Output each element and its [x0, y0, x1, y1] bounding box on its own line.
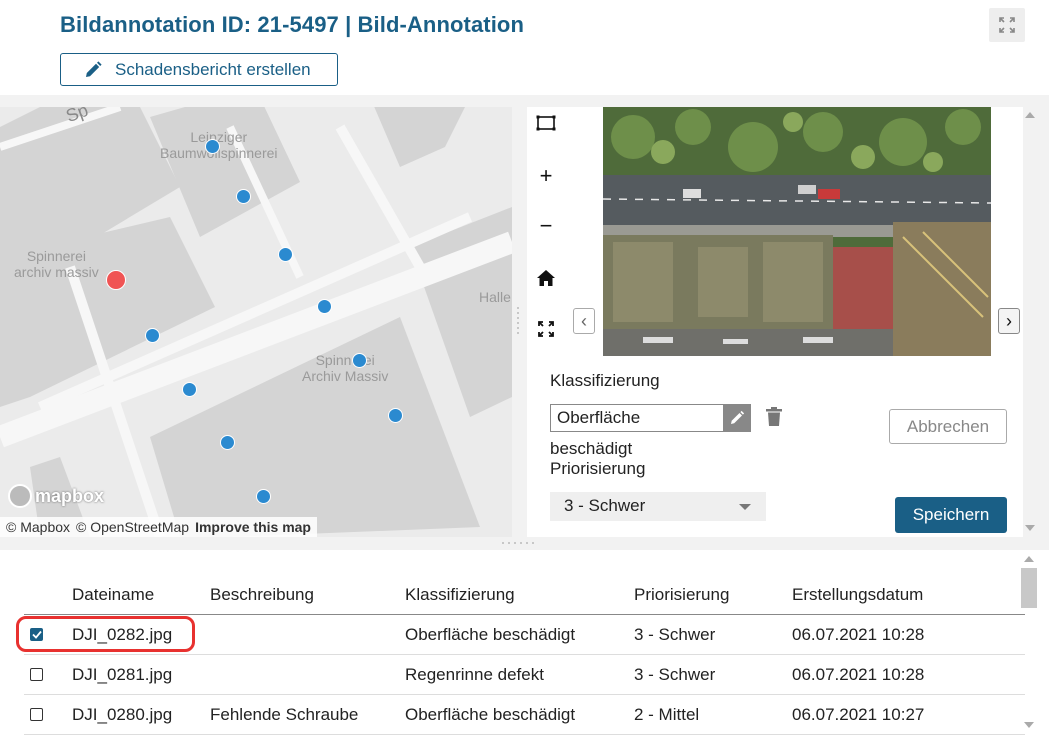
- previous-image-button[interactable]: ‹: [573, 308, 595, 334]
- map-attribution: © Mapbox © OpenStreetMap Improve this ma…: [0, 517, 317, 537]
- cell-beschreibung: [210, 654, 405, 695]
- cell-priorisierung: 2 - Mittel: [634, 694, 792, 735]
- map-marker[interactable]: [256, 489, 271, 504]
- map-marker[interactable]: [182, 382, 197, 397]
- cell-dateiname: DJI_0280.jpg: [72, 694, 210, 735]
- cell-priorisierung: 3 - Schwer: [634, 614, 792, 655]
- column-header-dateiname[interactable]: Dateiname: [72, 575, 210, 615]
- map-label-spinnerei-archiv-2: Spinnerei Archiv Massiv: [302, 352, 389, 384]
- trash-icon: [766, 407, 782, 426]
- expand-button[interactable]: [989, 8, 1025, 42]
- annotation-table: Dateiname Beschreibung Klassifizierung P…: [24, 575, 1025, 735]
- chevron-down-icon: [739, 504, 751, 510]
- klassifizierung-label: Klassifizierung: [550, 371, 660, 390]
- table-row[interactable]: DJI_0281.jpg Regenrinne defekt 3 - Schwe…: [24, 654, 1025, 695]
- map-marker[interactable]: [145, 328, 160, 343]
- map-base: [0, 107, 512, 537]
- cell-beschreibung: Fehlende Schraube: [210, 694, 405, 735]
- column-header-erstellungsdatum[interactable]: Erstellungsdatum: [792, 575, 1025, 615]
- map-marker[interactable]: [388, 408, 403, 423]
- cell-klassifizierung: Regenrinne defekt: [405, 654, 634, 695]
- map[interactable]: Sp Leipziger Baumwollspinnerei Spinnerei…: [0, 107, 512, 537]
- aerial-photo[interactable]: [603, 107, 991, 356]
- row-checkbox[interactable]: [30, 708, 43, 721]
- edit-klassifizierung-button[interactable]: [723, 404, 751, 432]
- map-marker[interactable]: [236, 189, 251, 204]
- column-header-beschreibung[interactable]: Beschreibung: [210, 575, 405, 615]
- delete-annotation-button[interactable]: [765, 407, 783, 432]
- create-report-label: Schadensbericht erstellen: [115, 59, 311, 79]
- priorisierung-select[interactable]: 3 - Schwer: [550, 492, 766, 521]
- cell-beschreibung: [210, 614, 405, 655]
- select-rect-icon[interactable]: [535, 112, 557, 134]
- table-header-row: Dateiname Beschreibung Klassifizierung P…: [24, 575, 1025, 615]
- klassifizierung-field[interactable]: Oberfläche: [550, 404, 723, 432]
- mapbox-logo-text: mapbox: [35, 485, 105, 506]
- next-image-button[interactable]: ›: [998, 308, 1020, 334]
- panel-scrollbar[interactable]: [1023, 107, 1037, 537]
- fullscreen-icon[interactable]: [535, 318, 557, 340]
- vertical-resize-handle[interactable]: [516, 305, 522, 335]
- column-header-klassifizierung[interactable]: Klassifizierung: [405, 575, 634, 615]
- cell-klassifizierung: Oberfläche beschädigt: [405, 614, 634, 655]
- table-row[interactable]: DJI_0280.jpg Fehlende Schraube Oberfläch…: [24, 694, 1025, 735]
- column-header-priorisierung[interactable]: Priorisierung: [634, 575, 792, 615]
- cell-erstellungsdatum: 06.07.2021 10:28: [792, 614, 1025, 655]
- map-marker[interactable]: [220, 435, 235, 450]
- priorisierung-selected: 3 - Schwer: [564, 496, 646, 515]
- cell-erstellungsdatum: 06.07.2021 10:27: [792, 694, 1025, 735]
- pencil-icon: [86, 60, 102, 77]
- zoom-in-icon[interactable]: +: [535, 163, 557, 188]
- pencil-icon: [731, 410, 745, 424]
- map-marker[interactable]: [205, 139, 220, 154]
- row-checkbox[interactable]: [30, 668, 43, 681]
- table-scrollbar[interactable]: [1021, 550, 1037, 740]
- mapbox-logo[interactable]: mapbox: [8, 484, 104, 508]
- page-title: Bildannotation ID: 21-5497 | Bild-Annota…: [60, 12, 525, 37]
- klassifizierung-value: beschädigt: [550, 439, 633, 458]
- home-icon[interactable]: [535, 267, 557, 289]
- map-marker[interactable]: [278, 247, 293, 262]
- map-marker[interactable]: [352, 353, 367, 368]
- map-label-halle: Halle: [479, 289, 511, 305]
- cell-priorisierung: 3 - Schwer: [634, 654, 792, 695]
- selected-row-highlight: [16, 616, 195, 652]
- horizontal-resize-handle[interactable]: [500, 540, 540, 546]
- priorisierung-label: Priorisierung: [550, 459, 646, 478]
- cell-klassifizierung: Oberfläche beschädigt: [405, 694, 634, 735]
- map-marker[interactable]: [317, 299, 332, 314]
- improve-map-link[interactable]: Improve this map: [195, 519, 311, 535]
- header: Bildannotation ID: 21-5497 | Bild-Annota…: [0, 0, 1049, 95]
- map-marker-active[interactable]: [106, 270, 126, 290]
- cancel-button[interactable]: Abbrechen: [889, 409, 1007, 444]
- save-button[interactable]: Speichern: [895, 497, 1007, 533]
- create-report-button[interactable]: Schadensbericht erstellen: [60, 53, 338, 86]
- cell-erstellungsdatum: 06.07.2021 10:28: [792, 654, 1025, 695]
- map-label-spinnerei-archiv: Spinnerei archiv massiv: [14, 248, 99, 280]
- cell-dateiname: DJI_0281.jpg: [72, 654, 210, 695]
- expand-icon: [999, 17, 1015, 33]
- attrib-mapbox[interactable]: © Mapbox: [6, 519, 70, 535]
- attrib-osm[interactable]: © OpenStreetMap: [76, 519, 189, 535]
- mapbox-logo-icon: [8, 484, 32, 508]
- aerial-photo-image: [603, 107, 991, 356]
- zoom-out-icon[interactable]: −: [535, 213, 557, 238]
- table-scroll-thumb[interactable]: [1021, 568, 1037, 608]
